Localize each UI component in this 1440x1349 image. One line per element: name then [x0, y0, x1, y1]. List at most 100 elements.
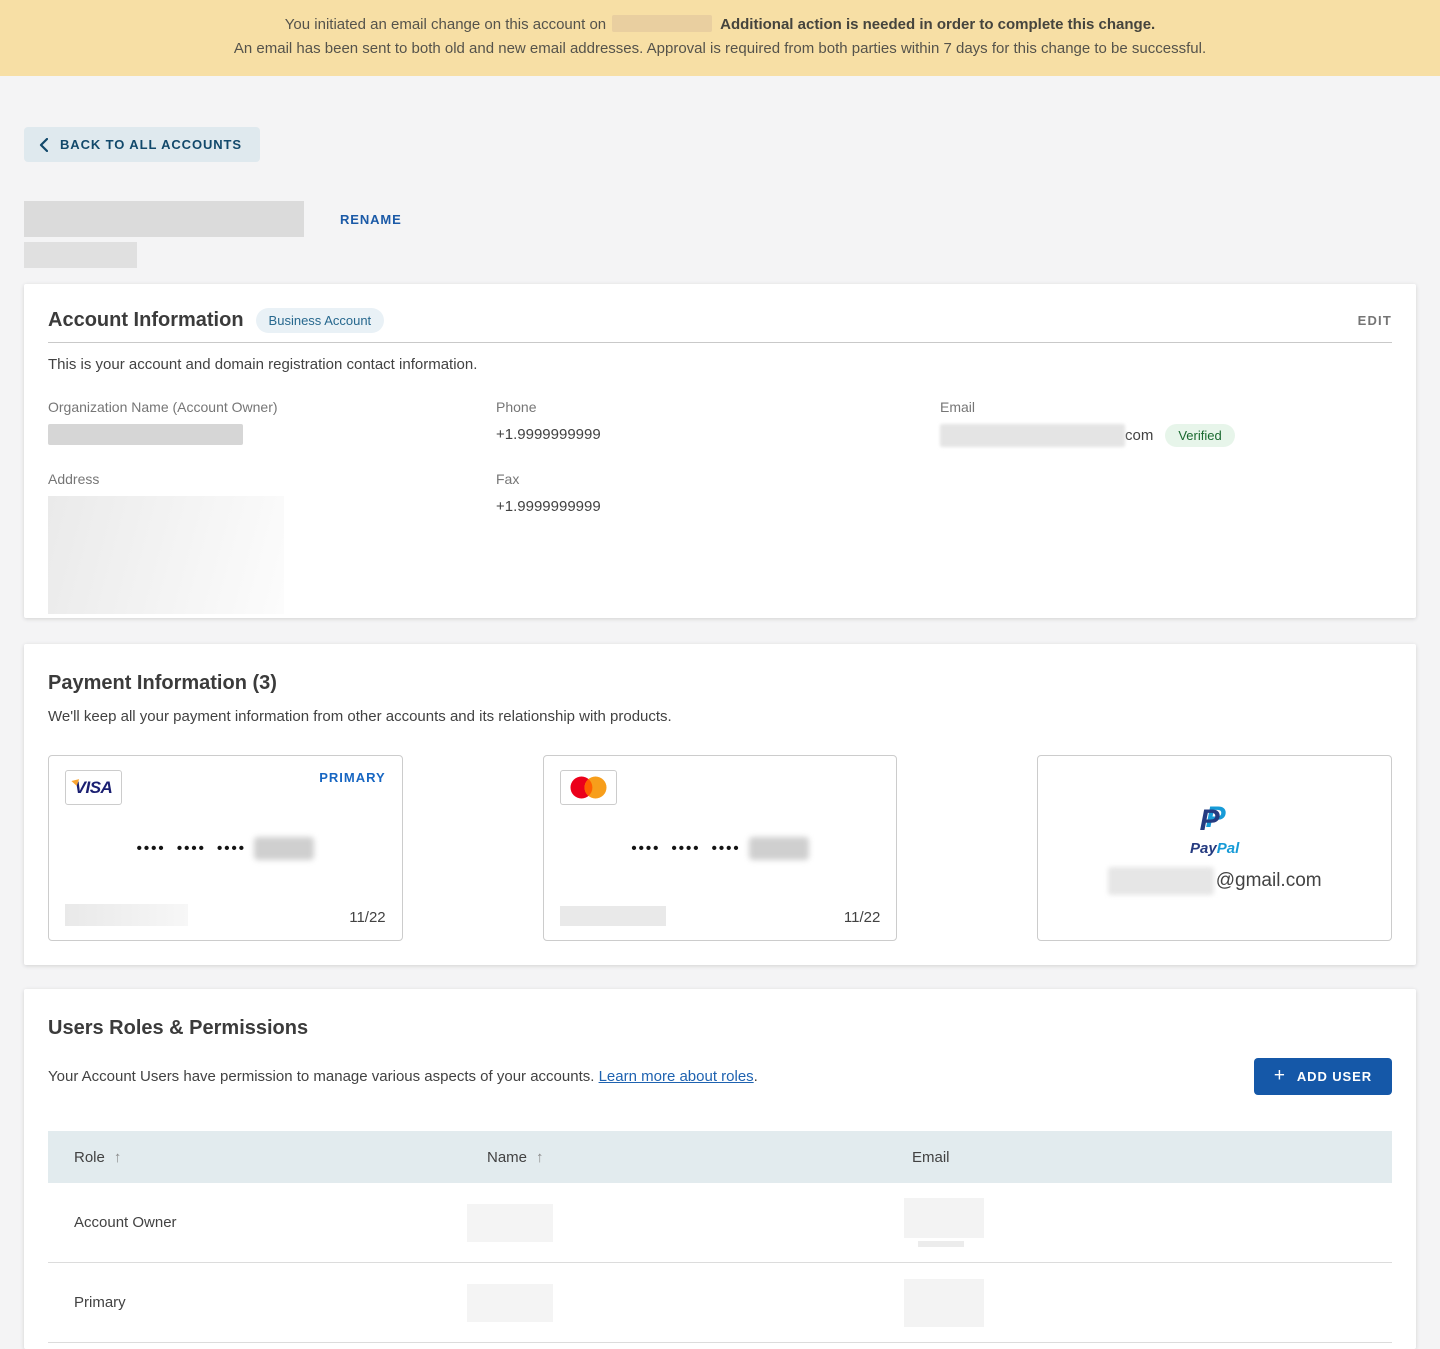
redacted-organization-name — [48, 424, 243, 445]
redacted-account-name — [24, 201, 304, 237]
account-info-description: This is your account and domain registra… — [48, 354, 1392, 375]
redacted-email — [940, 424, 1125, 447]
email-column-label: Email — [912, 1149, 950, 1166]
plus-icon: + — [1274, 1066, 1286, 1085]
row-role-value: Primary — [74, 1294, 487, 1311]
rename-link[interactable]: RENAME — [340, 212, 402, 227]
row-role-value: Account Owner — [74, 1214, 487, 1231]
mastercard-icon — [570, 776, 607, 799]
payment-info-description: We'll keep all your payment information … — [48, 706, 1392, 727]
fax-label: Fax — [496, 471, 940, 487]
paypal-wordmark-pal: Pal — [1217, 840, 1240, 857]
fields-grid-spacer — [940, 471, 1392, 614]
add-user-button[interactable]: + ADD USER — [1254, 1058, 1392, 1095]
organization-name-label: Organization Name (Account Owner) — [48, 399, 496, 415]
redacted-address — [48, 496, 284, 614]
back-to-all-accounts-button[interactable]: BACK TO ALL ACCOUNTS — [24, 127, 260, 162]
redacted-account-subtitle — [24, 242, 137, 268]
mastercard-card-footer: 11/22 — [560, 906, 881, 926]
learn-more-about-roles-link[interactable]: Learn more about roles — [599, 1068, 754, 1085]
banner-line1-bold: Additional action is needed in order to … — [720, 16, 1155, 33]
payment-card-mastercard: •••• •••• •••• 11/22 — [543, 755, 898, 941]
mastercard-masked-number: •••• •••• •••• — [560, 837, 881, 860]
visa-wordmark: VISA — [75, 778, 113, 797]
payment-card-visa: VISA PRIMARY •••• •••• •••• 11/22 — [48, 755, 403, 941]
name-column-label: Name — [487, 1149, 527, 1166]
banner-line-2: An email has been sent to both old and n… — [40, 37, 1400, 61]
users-roles-title: Users Roles & Permissions — [48, 1017, 308, 1040]
sort-asc-icon: ↑ — [114, 1149, 122, 1166]
users-roles-card: Users Roles & Permissions Your Account U… — [24, 989, 1416, 1349]
column-header-email: Email — [912, 1149, 1392, 1166]
redacted-user-name — [467, 1204, 553, 1242]
account-info-title: Account Information — [48, 309, 244, 332]
paypal-icon: P P PayPal — [1190, 802, 1239, 857]
back-button-label: BACK TO ALL ACCOUNTS — [60, 137, 242, 152]
payment-info-header: Payment Information (3) — [48, 672, 1392, 695]
column-header-role[interactable]: Role ↑ — [74, 1149, 487, 1166]
email-value-line: com Verified — [940, 424, 1392, 447]
visa-card-header: VISA PRIMARY — [65, 770, 386, 805]
paypal-email-line: @gmail.com — [1108, 867, 1322, 895]
paypal-monogram-front: P — [1200, 805, 1220, 837]
visa-icon: VISA — [75, 778, 113, 798]
row-email-cell — [904, 1198, 1392, 1247]
redacted-user-name — [467, 1284, 553, 1322]
banner-line1-text: You initiated an email change on this ac… — [285, 16, 606, 33]
account-information-card: Account Information Business Account EDI… — [24, 284, 1416, 618]
email-label: Email — [940, 399, 1392, 415]
payment-info-title: Payment Information (3) — [48, 672, 277, 695]
fax-value: +1.9999999999 — [496, 496, 940, 517]
email-change-banner: You initiated an email change on this ac… — [0, 0, 1440, 76]
link-suffix: . — [754, 1068, 758, 1085]
visa-expiry: 11/22 — [349, 909, 385, 926]
redacted-visa-cardholder — [65, 904, 188, 926]
users-roles-desc-row: Your Account Users have permission to ma… — [48, 1058, 1392, 1095]
field-phone: Phone +1.9999999999 — [496, 399, 940, 447]
table-row: Account Owner — [48, 1183, 1392, 1263]
users-roles-header: Users Roles & Permissions — [48, 1017, 1392, 1040]
paypal-wordmark-pay: Pay — [1190, 840, 1217, 857]
paypal-monogram: P P — [1200, 802, 1230, 838]
primary-badge: PRIMARY — [319, 770, 385, 785]
account-info-divider — [48, 342, 1392, 343]
edit-link[interactable]: EDIT — [1358, 313, 1392, 328]
column-header-name[interactable]: Name ↑ — [487, 1149, 912, 1166]
add-user-label: ADD USER — [1297, 1069, 1372, 1084]
role-column-label: Role — [74, 1149, 105, 1166]
redacted-date — [612, 15, 712, 32]
address-label: Address — [48, 471, 496, 487]
redacted-user-email-detail — [918, 1241, 964, 1247]
redacted-mastercard-cardholder — [560, 906, 666, 926]
payment-methods-grid: VISA PRIMARY •••• •••• •••• 11/22 — [48, 755, 1392, 941]
visa-wedge-accent — [71, 779, 80, 787]
redacted-visa-last4 — [254, 837, 314, 860]
field-organization-name: Organization Name (Account Owner) — [48, 399, 496, 447]
field-fax: Fax +1.9999999999 — [496, 471, 940, 614]
visa-logo-box: VISA — [65, 770, 122, 805]
payment-card-paypal: P P PayPal @gmail.com — [1037, 755, 1392, 941]
verified-badge: Verified — [1165, 424, 1234, 447]
redacted-user-email — [904, 1279, 984, 1327]
visa-card-footer: 11/22 — [65, 904, 386, 926]
account-info-header: Account Information Business Account EDI… — [48, 308, 1392, 333]
account-name-row: RENAME — [24, 201, 1416, 237]
field-email: Email com Verified — [940, 399, 1392, 447]
visa-masked-dots: •••• •••• •••• — [137, 840, 246, 857]
mastercard-card-header — [560, 770, 881, 805]
payment-information-card: Payment Information (3) We'll keep all y… — [24, 644, 1416, 965]
phone-label: Phone — [496, 399, 940, 415]
phone-value: +1.9999999999 — [496, 424, 940, 445]
users-roles-description: Your Account Users have permission to ma… — [48, 1068, 758, 1085]
sort-asc-icon: ↑ — [536, 1149, 544, 1166]
mastercard-expiry: 11/22 — [844, 909, 880, 926]
users-roles-table: Role ↑ Name ↑ Email Account Owner — [48, 1131, 1392, 1349]
table-row-partial — [48, 1343, 1392, 1349]
mastercard-masked-dots: •••• •••• •••• — [631, 840, 740, 857]
mastercard-logo-box — [560, 770, 617, 805]
redacted-mastercard-last4 — [749, 837, 809, 860]
chevron-left-icon — [39, 138, 48, 152]
users-roles-description-text: Your Account Users have permission to ma… — [48, 1068, 594, 1085]
business-account-badge: Business Account — [256, 308, 385, 333]
visa-masked-number: •••• •••• •••• — [65, 837, 386, 860]
